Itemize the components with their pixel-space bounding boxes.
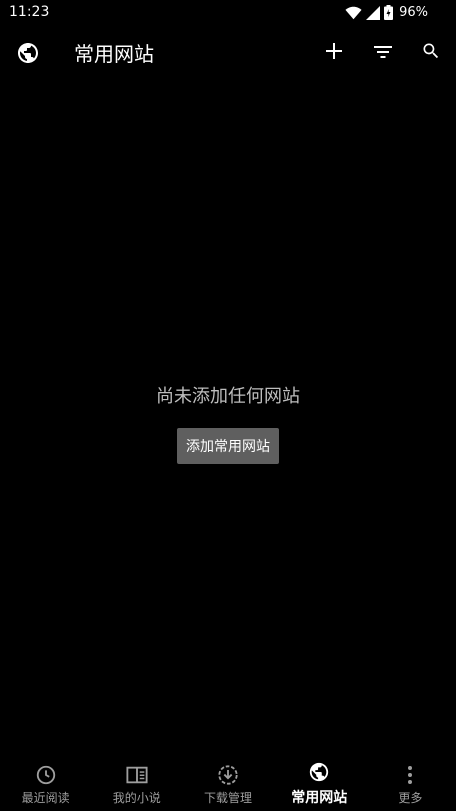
page-title: 常用网站 — [74, 42, 154, 66]
more-vert-icon — [399, 764, 421, 786]
signal-icon — [366, 5, 381, 20]
nav-item-recent[interactable]: 最近阅读 — [0, 756, 91, 811]
nav-item-my-novels[interactable]: 我的小说 — [91, 756, 182, 811]
search-button[interactable] — [418, 40, 444, 66]
nav-item-more[interactable]: 更多 — [365, 756, 456, 811]
nav-label: 我的小说 — [112, 791, 161, 805]
toolbar: 常用网站 — [0, 30, 456, 78]
add-button[interactable] — [321, 40, 347, 66]
book-icon — [126, 764, 148, 786]
status-bar: 11:23 96% — [0, 0, 456, 25]
status-icons: 96% — [345, 4, 428, 21]
globe-icon — [308, 761, 330, 783]
nav-label: 更多 — [398, 791, 423, 805]
filter-icon — [373, 44, 393, 63]
empty-state-message: 尚未添加任何网站 — [156, 386, 300, 407]
nav-item-downloads[interactable]: 下载管理 — [182, 756, 273, 811]
globe-icon[interactable] — [16, 41, 40, 65]
nav-label: 最近阅读 — [21, 791, 70, 805]
search-icon — [421, 41, 441, 65]
nav-label: 下载管理 — [204, 791, 253, 805]
add-icon — [325, 42, 343, 64]
nav-item-websites[interactable]: 常用网站 — [274, 756, 365, 811]
wifi-icon — [345, 6, 362, 20]
clock-icon — [35, 764, 57, 786]
nav-label: 常用网站 — [291, 790, 348, 806]
add-website-button[interactable]: 添加常用网站 — [177, 428, 279, 464]
battery-icon — [384, 5, 394, 20]
filter-button[interactable] — [370, 40, 396, 66]
bottom-nav: 最近阅读 我的小说 下载管理 常用网站 更多 — [0, 756, 456, 811]
status-time: 11:23 — [9, 4, 50, 20]
download-icon — [217, 764, 239, 786]
battery-percent: 96% — [399, 5, 428, 20]
